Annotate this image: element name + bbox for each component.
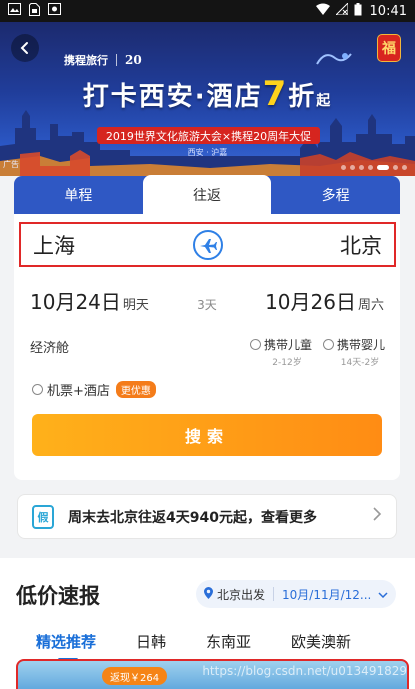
carousel-dot (341, 165, 346, 170)
holiday-calendar-icon: 假 (32, 504, 54, 529)
chevron-right-icon (372, 506, 382, 527)
date-selector: 10月24日 明天 3天 10月26日 周六 (30, 286, 384, 315)
trip-type-tabs: 单程 往返 多程 (14, 175, 400, 214)
watermark: https://blog.csdn.net/u013491829 (202, 664, 407, 678)
route-selector: 上海 北京 (19, 222, 396, 267)
section-title: 低价速报 (16, 584, 100, 608)
infant-label: 携带婴儿 (337, 338, 386, 352)
departure-filter[interactable]: 北京出发 10月/11月/12... (196, 580, 396, 608)
flight-hotel-label: 机票+酒店 (47, 384, 110, 399)
banner-subtitle: 2019世界文化旅游大会×携程20周年大促 (97, 127, 320, 144)
tab-multi-city[interactable]: 多程 (271, 176, 400, 214)
return-weekday: 周六 (357, 298, 384, 313)
departure-city-filter: 北京出发 (217, 587, 266, 602)
return-date[interactable]: 10月26日 周六 (265, 286, 384, 315)
tab-featured[interactable]: 精选推荐 (36, 631, 96, 661)
tab-round-trip[interactable]: 往返 (142, 175, 272, 214)
carousel-dot (377, 165, 389, 170)
clock: 10:41 (369, 3, 407, 19)
tab-japan-korea[interactable]: 日韩 (136, 631, 166, 652)
tab-one-way[interactable]: 单程 (14, 176, 143, 214)
lucky-bag-button[interactable]: 福 (377, 34, 401, 62)
airplane-icon (199, 238, 217, 253)
banner-city-line: 西安 · 沪嘉 (187, 148, 228, 157)
promo-text: 周末去北京往返4天940元起，查看更多 (68, 509, 317, 526)
flight-hotel-radio[interactable] (32, 384, 43, 395)
return-date-value: 10月26日 (265, 290, 356, 314)
promo-banner[interactable]: 携程旅行 20 福 打卡西安·酒店7折起 2019世界文化旅游大会×携程20周年… (0, 22, 415, 176)
weekend-promo-row[interactable]: 假 周末去北京往返4天940元起，查看更多 (17, 494, 397, 539)
banner-headline: 打卡西安·酒店7折起 (82, 74, 333, 114)
back-button[interactable] (11, 34, 39, 62)
deal-category-tabs: 精选推荐 日韩 东南亚 欧美澳新 (36, 631, 391, 661)
discount-badge: 更优惠 (115, 381, 156, 398)
carousel-dot (350, 165, 355, 170)
tab-europe-america-oceania[interactable]: 欧美澳新 (291, 631, 351, 652)
carousel-indicator (341, 165, 407, 170)
trip-duration: 3天 (197, 298, 217, 312)
no-signal-icon (334, 1, 349, 19)
month-filter: 10月/11月/12... (282, 587, 372, 602)
child-label: 携带儿童 (264, 338, 313, 352)
depart-weekday: 明天 (122, 298, 149, 313)
flight-hotel-option[interactable]: 机票+酒店 更优惠 (32, 380, 156, 399)
banner-logo: 携程旅行 20 (64, 52, 142, 68)
infant-radio[interactable] (323, 339, 334, 350)
infant-age-hint: 14天-2岁 (340, 358, 380, 368)
wifi-icon (315, 3, 330, 19)
cabin-class-selector[interactable]: 经济舱 (30, 337, 69, 356)
sim-icon (29, 2, 40, 20)
battery-icon (354, 2, 362, 20)
image-notification-icon (8, 3, 21, 19)
low-price-section: 低价速报 北京出发 10月/11月/12... 精选推荐 日韩 东南亚 欧美澳新… (0, 558, 415, 689)
chevron-down-icon (378, 587, 388, 601)
ctrip-logo-text: 携程旅行 (64, 54, 108, 67)
carousel-dot (359, 165, 364, 170)
anniversary-mark: 20 (125, 53, 142, 67)
arrival-city[interactable]: 北京 (223, 230, 382, 260)
ad-label: 广告 (3, 160, 19, 169)
flight-search-card: 上海 北京 10月24日 明天 3天 10月26日 周六 经济舱 携带儿童 2-12… (14, 214, 400, 480)
swap-cities-button[interactable] (192, 229, 223, 260)
child-age-hint: 2-12岁 (272, 358, 302, 368)
child-option[interactable]: 携带儿童 2-12岁 (250, 336, 312, 368)
infant-option[interactable]: 携带婴儿 14天-2岁 (323, 336, 385, 368)
event-emblem-icon (315, 50, 353, 69)
carousel-dot (368, 165, 373, 170)
location-pin-icon (204, 586, 213, 602)
search-button[interactable]: 搜索 (32, 414, 382, 456)
cashback-badge: 返现￥264 (102, 667, 168, 685)
depart-date-value: 10月24日 (30, 290, 121, 314)
photo-notification-icon (48, 3, 61, 19)
departure-city[interactable]: 上海 (33, 230, 193, 260)
child-radio[interactable] (250, 339, 261, 350)
chevron-left-icon (20, 42, 28, 54)
depart-date[interactable]: 10月24日 明天 (30, 286, 149, 315)
carousel-dot (393, 165, 398, 170)
status-bar: 10:41 (0, 0, 415, 22)
carousel-dot (402, 165, 407, 170)
tab-southeast-asia[interactable]: 东南亚 (206, 631, 251, 652)
